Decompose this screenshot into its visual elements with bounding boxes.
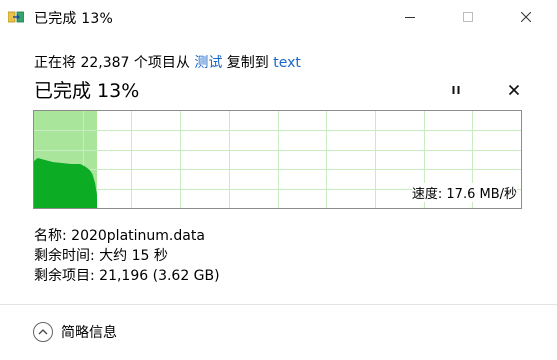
fewer-details-label: 简略信息 <box>61 325 117 341</box>
divider <box>0 304 557 305</box>
chevron-up-icon <box>33 322 53 342</box>
file-name: 名称: 2020platinum.data <box>34 228 205 244</box>
copy-progress-icon <box>8 11 24 23</box>
speed-graph: 速度: 17.6 MB/秒 <box>33 110 522 209</box>
source-folder-link[interactable]: 测试 <box>194 55 222 71</box>
cancel-icon <box>508 84 520 96</box>
copy-middle: 复制到 <box>222 55 274 71</box>
time-remaining: 剩余时间: 大约 15 秒 <box>34 248 168 264</box>
speed-label: 速度: 17.6 MB/秒 <box>411 183 517 202</box>
progress-status: 已完成 13% <box>34 80 140 102</box>
maximize-icon <box>463 12 473 22</box>
pause-button[interactable] <box>445 79 467 101</box>
minimize-button[interactable] <box>387 0 433 34</box>
maximize-button[interactable] <box>445 0 491 34</box>
cancel-button[interactable] <box>503 79 525 101</box>
pause-icon <box>452 86 460 94</box>
transfer-details: 名称: 2020platinum.data 剩余时间: 大约 15 秒 剩余项目… <box>34 226 220 286</box>
copy-prefix: 正在将 22,387 个项目从 <box>34 55 195 71</box>
title-bar: 已完成 13% <box>0 0 557 34</box>
items-remaining: 剩余项目: 21,196 (3.62 GB) <box>34 268 220 284</box>
close-window-button[interactable] <box>503 0 549 34</box>
minimize-icon <box>405 17 415 18</box>
fewer-details-toggle[interactable]: 简略信息 <box>33 322 117 342</box>
destination-folder-link[interactable]: text <box>273 55 301 71</box>
copy-description: 正在将 22,387 个项目从 测试 复制到 text <box>34 52 301 72</box>
close-icon <box>521 12 531 22</box>
window-title: 已完成 13% <box>34 11 113 27</box>
